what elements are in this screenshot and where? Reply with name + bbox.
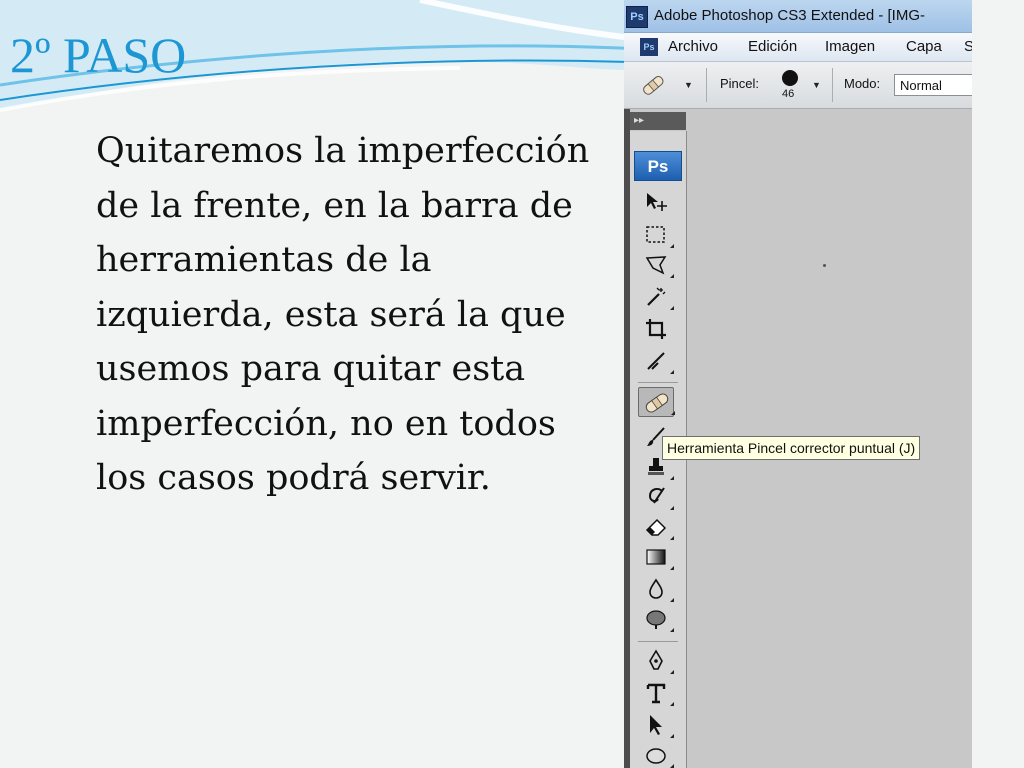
slide-right-margin [972, 0, 1024, 768]
magic-wand-tool[interactable] [640, 283, 674, 311]
lasso-icon [645, 256, 667, 275]
eraser-icon [645, 518, 667, 536]
menu-capa[interactable]: Capa [906, 38, 942, 55]
bandage-icon [643, 76, 664, 95]
pen-tool[interactable] [640, 647, 674, 675]
slide: 2º PASO Quitaremos la imperfección de la… [0, 0, 1024, 768]
dodge-tool[interactable] [640, 605, 674, 633]
brush-preview-icon[interactable] [782, 70, 798, 86]
canvas-speck [823, 264, 826, 267]
mode-select[interactable]: Normal [894, 74, 972, 96]
menu-imagen[interactable]: Imagen [825, 38, 875, 55]
photoshop-titlebar[interactable]: Ps Adobe Photoshop CS3 Extended - [IMG- [624, 0, 972, 33]
gradient-tool[interactable] [640, 543, 674, 571]
type-tool[interactable] [640, 679, 674, 707]
brush-chevron-down-icon[interactable]: ▼ [812, 80, 821, 90]
blur-icon [649, 578, 663, 599]
slice-icon [647, 352, 665, 370]
toolbox-collapse-handle[interactable]: ▸▸ [630, 112, 686, 130]
path-selection-icon [650, 715, 662, 735]
mode-label: Modo: [844, 76, 881, 91]
history-brush-tool[interactable] [640, 483, 674, 511]
slide-title: 2º PASO [10, 27, 187, 83]
menu-edicion[interactable]: Edición [748, 38, 797, 55]
toolbox-separator [638, 382, 678, 383]
photoshop-badge[interactable]: Ps [634, 151, 682, 181]
dodge-icon [646, 610, 666, 629]
separator [832, 68, 833, 102]
ellipse-tool[interactable] [640, 741, 674, 768]
tool-preset-picker[interactable] [638, 71, 668, 99]
type-icon [646, 683, 666, 704]
slice-tool[interactable] [640, 347, 674, 375]
toolbox-separator [638, 641, 678, 642]
lasso-tool[interactable] [640, 251, 674, 279]
marquee-icon [646, 226, 665, 243]
tool-tooltip: Herramienta Pincel corrector puntual (J) [662, 436, 921, 460]
menu-bar: Ps Archivo Edición Imagen Capa S [624, 33, 972, 62]
menu-archivo[interactable]: Archivo [668, 38, 718, 55]
crop-icon [646, 319, 666, 339]
magic-wand-icon [647, 287, 666, 306]
chevron-down-icon[interactable]: ▼ [684, 80, 693, 90]
bandage-icon [645, 393, 669, 413]
photoshop-logo-icon: Ps [626, 6, 648, 28]
pen-icon [649, 649, 663, 670]
move-icon [647, 193, 667, 211]
crop-tool[interactable] [640, 315, 672, 343]
path-selection-tool[interactable] [640, 711, 674, 739]
menu-next[interactable]: S [964, 38, 972, 55]
move-tool[interactable] [640, 189, 672, 217]
spot-healing-brush-tool[interactable] [638, 387, 675, 417]
photoshop-window: Ps Adobe Photoshop CS3 Extended - [IMG- … [624, 0, 972, 768]
brush-size: 46 [782, 88, 795, 100]
gradient-icon [646, 549, 666, 565]
blur-tool[interactable] [640, 575, 674, 603]
eraser-tool[interactable] [640, 513, 674, 541]
marquee-tool[interactable] [640, 221, 674, 249]
options-bar: ▼ Pincel: 46 ▼ Modo: Normal [624, 62, 972, 109]
history-brush-icon [648, 487, 665, 504]
window-title: Adobe Photoshop CS3 Extended - [IMG- [654, 7, 925, 24]
separator [706, 68, 707, 102]
slide-body-text: Quitaremos la imperfección de la frente,… [96, 131, 590, 498]
document-icon[interactable]: Ps [640, 38, 658, 56]
brush-label: Pincel: [720, 76, 760, 91]
ellipse-icon [646, 748, 666, 764]
